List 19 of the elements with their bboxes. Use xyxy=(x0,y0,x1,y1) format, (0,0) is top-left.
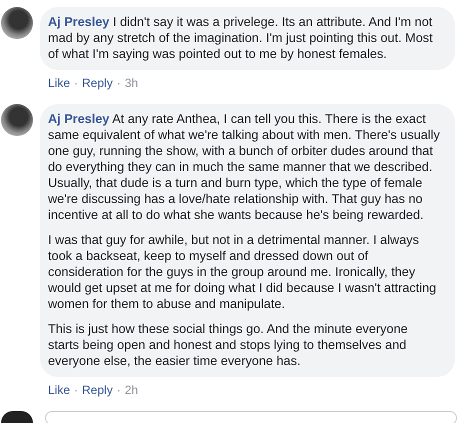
author-link[interactable]: Aj Presley xyxy=(48,112,110,126)
timestamp: 3h xyxy=(124,75,138,91)
author-link[interactable]: Aj Presley xyxy=(48,15,110,29)
separator: · xyxy=(74,75,78,91)
separator: · xyxy=(116,382,121,398)
action-link[interactable]: Like xyxy=(48,382,70,398)
comment-text: Aj Presley At any rate Anthea, I can tell you this. There is the exact same equivalent of what we're talking about with men. There's usually one guy, running the show, with a bunch of orbiter dudes around that do everything they can in much the same manner that we described. Usually, that dude is a turn and burn type, which the type of female we're discussing has a love/hate relationship with. That guy has no incentive at all to do what she wants because he's being rewarded. xyxy=(48,111,441,223)
separator: · xyxy=(116,75,121,91)
avatar xyxy=(1,104,33,136)
comment-text: I was that guy for awhile, but not in a detrimental manner. I always took a backseat, keep to myself and dressed down out of consideration for the guys in the group around me. Ironically, they would get upset at me for doing what I did because I wasn't attracting women for them to abuse and manipulate. xyxy=(48,232,438,312)
action-link[interactable]: Reply xyxy=(82,75,113,91)
separator: · xyxy=(74,382,78,398)
timestamp: 2h xyxy=(124,382,138,398)
action-link[interactable]: Reply xyxy=(82,382,113,398)
avatar xyxy=(1,411,33,423)
avatar xyxy=(1,7,33,39)
action-link[interactable]: Like xyxy=(48,75,70,91)
comment-text: Aj Presley I didn't say it was a privelege. Its an attribute. And I'm not mad by any stretch of the imagination. I'm just pointing this out. Most of what I'm saying was pointed out to me by honest females. xyxy=(48,14,434,62)
comment-text: This is just how these social things go. And the minute everyone starts being open and honest and stops lying to themselves and everyone else, the easier time everyone has. xyxy=(48,321,409,369)
